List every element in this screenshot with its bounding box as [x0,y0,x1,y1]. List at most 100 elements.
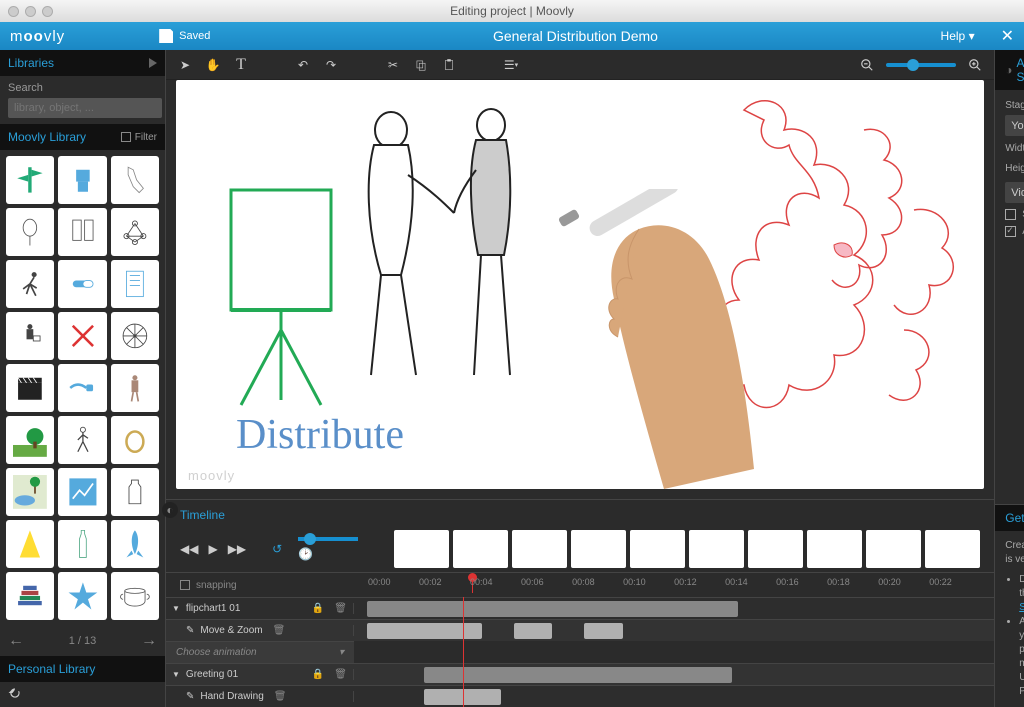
refresh-icon[interactable] [8,686,22,700]
thumb-frame[interactable] [925,530,980,568]
loop-button[interactable]: ↺ [272,542,282,556]
trash-icon[interactable]: 🗑 [273,625,286,636]
close-button[interactable]: ✕ [1001,26,1014,46]
lib-item-italy[interactable] [111,156,159,204]
lib-item-wheel[interactable] [111,312,159,360]
lib-item-star[interactable] [58,572,106,620]
lib-item-spotlight[interactable] [6,520,54,568]
libraries-heading: Libraries [8,56,54,70]
video-mode-dropdown[interactable]: Video mode ▾ [1005,182,1024,203]
time-ruler[interactable]: 00:0000:0200:0400:0600:0800:1000:1200:14… [368,577,980,593]
track-row[interactable]: ▼ Greeting 01 🔒 🗑 [166,663,994,685]
library-prev-page[interactable]: ← [8,632,24,650]
library-next-page[interactable]: → [141,632,157,650]
trash-icon[interactable]: 🗑 [334,603,347,614]
lib-item-bottle2[interactable] [58,520,106,568]
redo-button[interactable]: ↷ [322,56,340,74]
trash-icon[interactable]: 🗑 [274,691,287,702]
thumb-frame[interactable] [807,530,862,568]
macos-titlebar: Editing project | Moovly [0,0,1024,22]
stage-properties-label: Stage Properties [1005,100,1024,111]
time-mark: 00:04 [470,577,493,587]
lib-item-towel[interactable] [58,208,106,256]
lib-item-bottle[interactable] [111,468,159,516]
lib-item-clapboard[interactable] [6,364,54,412]
lib-item-pot[interactable] [111,572,159,620]
stage-canvas[interactable]: Distribute moovly [176,80,984,489]
help-menu[interactable]: Help ▾ [941,29,975,43]
thumb-frame[interactable] [394,530,449,568]
lib-item-chart[interactable] [58,468,106,516]
thumb-frame[interactable] [689,530,744,568]
timeline-zoom-slider[interactable] [298,537,358,541]
lib-item-rocket[interactable] [111,520,159,568]
height-label: Height: [1005,163,1024,174]
lib-item-walker[interactable] [58,416,106,464]
timeline-tracks: ▼ flipchart1 01 🔒 🗑 ✎ Move & Zoom 🗑 [166,597,994,707]
personal-library-heading[interactable]: Personal Library [0,656,165,682]
pointer-tool[interactable]: ➤ [176,56,194,74]
lib-item-building[interactable] [111,260,159,308]
rewind-button[interactable]: ◀◀ [180,542,198,556]
play-button[interactable]: ▶ [208,542,217,556]
trash-icon[interactable]: 🗑 [334,669,347,680]
lib-item-books[interactable] [6,572,54,620]
clock-icon[interactable]: 🕑 [298,547,358,561]
copy-button[interactable] [412,56,430,74]
zoom-in-button[interactable] [966,56,984,74]
thumb-frame[interactable] [630,530,685,568]
time-mark: 00:20 [878,577,901,587]
lib-item-man[interactable] [111,364,159,412]
lib-item-ring[interactable] [111,416,159,464]
traffic-lights[interactable] [8,6,53,17]
collapse-left-icon[interactable] [149,58,157,68]
thumb-frame[interactable] [512,530,567,568]
preset-dropdown[interactable]: YouTube 480p ▾ [1005,115,1024,136]
lib-item-runner[interactable] [6,260,54,308]
forward-button[interactable]: ▶▶ [228,542,246,556]
zoom-out-button[interactable] [858,56,876,74]
choose-animation-dropdown[interactable]: Choose animation ▾ [166,641,354,663]
lock-icon[interactable]: 🔒 [312,603,324,614]
snapping-checkbox[interactable] [180,580,190,590]
width-label: Width: [1005,143,1024,154]
stage-color-checkbox[interactable] [1005,209,1016,220]
moovly-library-heading: Moovly Library [8,130,86,144]
time-mark: 00:16 [776,577,799,587]
lib-item-lake[interactable] [6,468,54,516]
lib-item-plug[interactable] [58,364,106,412]
thumb-frame[interactable] [453,530,508,568]
autosave-checkbox[interactable] [1005,226,1016,237]
paste-button[interactable] [440,56,458,74]
thumb-frame[interactable] [571,530,626,568]
lib-item-x[interactable] [58,312,106,360]
text-tool[interactable]: T [232,56,250,74]
library-grid [0,150,165,626]
thumb-frame[interactable] [748,530,803,568]
track-expand-icon[interactable]: ▼ [172,670,180,679]
cut-button[interactable]: ✂ [384,56,402,74]
lib-item-robot[interactable] [58,156,106,204]
hand-tool[interactable]: ✋ [204,56,222,74]
lib-item-signpost[interactable] [6,156,54,204]
timeline-panel: ◐ Timeline ◀◀ ▶ ▶▶ ↺ 🕑 [166,499,994,707]
undo-button[interactable]: ↶ [294,56,312,74]
lib-item-pill[interactable] [58,260,106,308]
thumb-frame[interactable] [866,530,921,568]
lib-item-shopper[interactable] [6,312,54,360]
track-expand-icon[interactable]: ▼ [172,604,180,613]
lock-icon[interactable]: 🔒 [312,669,324,680]
lib-item-tree[interactable] [6,416,54,464]
track-row-anim[interactable]: ✎ Move & Zoom 🗑 [166,619,994,641]
align-button[interactable]: ☰▾ [502,56,520,74]
timeline-collapse-icon[interactable]: ◐ [162,502,178,518]
search-input[interactable] [8,98,162,118]
track-row-anim[interactable]: ✎ Hand Drawing 🗑 [166,685,994,707]
lib-item-balloon[interactable] [6,208,54,256]
filter-toggle[interactable]: Filter [121,132,157,143]
track-row[interactable]: ▼ flipchart1 01 🔒 🗑 [166,597,994,619]
gs-link-stage[interactable]: Stage [1019,602,1024,613]
lib-item-atomium[interactable] [111,208,159,256]
collapse-right-icon[interactable]: ◑ [1005,63,1012,77]
zoom-slider[interactable] [886,63,956,67]
